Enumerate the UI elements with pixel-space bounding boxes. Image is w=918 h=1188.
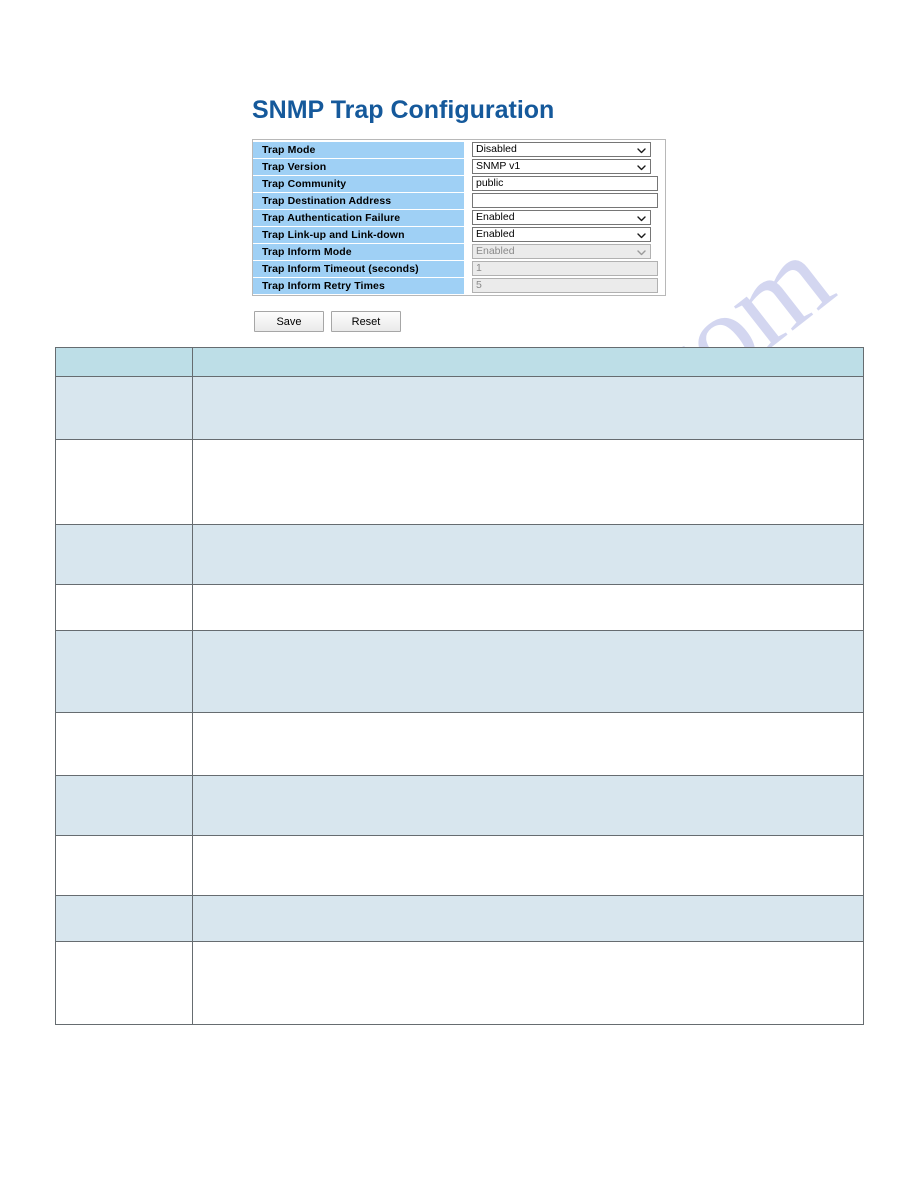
form-row-trap-version: Trap Version SNMP v1 xyxy=(253,158,665,175)
cell-description xyxy=(192,712,864,776)
label-trap-community: Trap Community xyxy=(253,175,465,192)
control-cell-trap-link-up-and-link-down: Enabled xyxy=(465,226,665,243)
cell-term xyxy=(55,895,193,942)
chevron-down-icon xyxy=(637,146,646,155)
control-cell-trap-version: SNMP v1 xyxy=(465,158,665,175)
control-cell-trap-destination-address xyxy=(465,192,665,209)
cell-term xyxy=(55,941,193,1025)
table-row xyxy=(55,835,864,896)
value-trap-link-up-and-link-down: Enabled xyxy=(476,228,515,240)
table-row xyxy=(55,941,864,1025)
label-trap-link-up-and-link-down: Trap Link-up and Link-down xyxy=(253,226,465,243)
column-header-description xyxy=(192,347,864,377)
select-trap-version[interactable]: SNMP v1 xyxy=(472,159,651,174)
form-row-trap-community: Trap Community public xyxy=(253,175,665,192)
cell-description xyxy=(192,941,864,1025)
value-trap-inform-retry-times: 5 xyxy=(476,279,482,291)
table-row xyxy=(55,584,864,631)
label-trap-authentication-failure: Trap Authentication Failure xyxy=(253,209,465,226)
table-header-row xyxy=(55,347,864,377)
form-row-trap-mode: Trap Mode Disabled xyxy=(253,141,665,158)
description-table xyxy=(55,347,864,1025)
cell-description xyxy=(192,376,864,440)
cell-description xyxy=(192,775,864,836)
value-trap-inform-timeout-seconds: 1 xyxy=(476,262,482,274)
control-cell-trap-inform-timeout-seconds: 1 xyxy=(465,260,665,277)
chevron-down-icon xyxy=(637,248,646,257)
form-row-trap-inform-mode: Trap Inform Mode Enabled xyxy=(253,243,665,260)
value-trap-community: public xyxy=(476,177,504,189)
cell-description xyxy=(192,439,864,525)
cell-description xyxy=(192,524,864,585)
control-cell-trap-authentication-failure: Enabled xyxy=(465,209,665,226)
table-row xyxy=(55,376,864,440)
control-cell-trap-inform-retry-times: 5 xyxy=(465,277,665,294)
form-row-trap-inform-timeout-seconds: Trap Inform Timeout (seconds) 1 xyxy=(253,260,665,277)
label-trap-destination-address: Trap Destination Address xyxy=(253,192,465,209)
label-trap-inform-retry-times: Trap Inform Retry Times xyxy=(253,277,465,294)
column-header-term xyxy=(55,347,193,377)
snmp-trap-configuration-form: Trap Mode Disabled Trap Version SNMP v1 Trap… xyxy=(252,139,666,296)
value-trap-mode: Disabled xyxy=(476,143,517,155)
table-row xyxy=(55,524,864,585)
form-row-trap-inform-retry-times: Trap Inform Retry Times 5 xyxy=(253,277,665,294)
description-table-body xyxy=(55,376,864,1025)
label-trap-inform-mode: Trap Inform Mode xyxy=(253,243,465,260)
select-trap-mode[interactable]: Disabled xyxy=(472,142,651,157)
value-trap-version: SNMP v1 xyxy=(476,160,521,172)
table-row xyxy=(55,895,864,942)
select-trap-link-up-and-link-down[interactable]: Enabled xyxy=(472,227,651,242)
form-row-trap-authentication-failure: Trap Authentication Failure Enabled xyxy=(253,209,665,226)
label-trap-mode: Trap Mode xyxy=(253,141,465,158)
label-trap-version: Trap Version xyxy=(253,158,465,175)
chevron-down-icon xyxy=(637,163,646,172)
control-cell-trap-community: public xyxy=(465,175,665,192)
label-trap-inform-timeout-seconds: Trap Inform Timeout (seconds) xyxy=(253,260,465,277)
input-trap-destination-address[interactable] xyxy=(472,193,658,208)
select-trap-authentication-failure[interactable]: Enabled xyxy=(472,210,651,225)
cell-description xyxy=(192,835,864,896)
table-row xyxy=(55,439,864,525)
cell-term xyxy=(55,376,193,440)
save-button[interactable]: Save xyxy=(254,311,324,332)
form-row-trap-destination-address: Trap Destination Address xyxy=(253,192,665,209)
table-row xyxy=(55,712,864,776)
cell-term xyxy=(55,712,193,776)
select-trap-inform-mode: Enabled xyxy=(472,244,651,259)
page-title: SNMP Trap Configuration xyxy=(252,96,555,124)
control-cell-trap-inform-mode: Enabled xyxy=(465,243,665,260)
description-table-head xyxy=(55,347,864,377)
chevron-down-icon xyxy=(637,231,646,240)
reset-button[interactable]: Reset xyxy=(331,311,401,332)
value-trap-authentication-failure: Enabled xyxy=(476,211,515,223)
cell-term xyxy=(55,775,193,836)
chevron-down-icon xyxy=(637,214,646,223)
cell-description xyxy=(192,584,864,631)
cell-term xyxy=(55,524,193,585)
cell-term xyxy=(55,439,193,525)
form-row-trap-link-up-and-link-down: Trap Link-up and Link-down Enabled xyxy=(253,226,665,243)
control-cell-trap-mode: Disabled xyxy=(465,141,665,158)
form-actions: Save Reset xyxy=(254,311,401,332)
input-trap-inform-timeout-seconds: 1 xyxy=(472,261,658,276)
cell-description xyxy=(192,630,864,713)
table-row xyxy=(55,775,864,836)
cell-term xyxy=(55,630,193,713)
table-row xyxy=(55,630,864,713)
cell-description xyxy=(192,895,864,942)
cell-term xyxy=(55,835,193,896)
cell-term xyxy=(55,584,193,631)
value-trap-inform-mode: Enabled xyxy=(476,245,515,257)
input-trap-inform-retry-times: 5 xyxy=(472,278,658,293)
input-trap-community[interactable]: public xyxy=(472,176,658,191)
